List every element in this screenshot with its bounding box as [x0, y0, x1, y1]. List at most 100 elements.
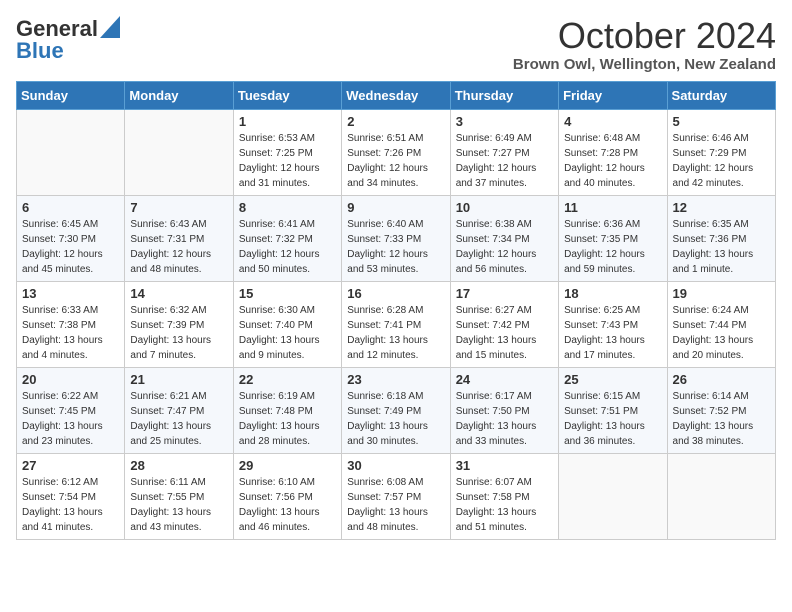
calendar-cell: 17Sunrise: 6:27 AMSunset: 7:42 PMDayligh… [450, 281, 558, 367]
day-number: 17 [456, 286, 553, 301]
calendar-cell [667, 453, 775, 539]
day-info: Sunrise: 6:12 AMSunset: 7:54 PMDaylight:… [22, 475, 119, 535]
calendar-cell [125, 109, 233, 195]
day-number: 25 [564, 372, 661, 387]
calendar-cell: 7 Sunrise: 6:43 AMSunset: 7:31 PMDaylight… [125, 195, 233, 281]
calendar-week-5: 27 Sunrise: 6:12 AMSunset: 7:54 PMDayligh… [17, 453, 776, 539]
calendar-cell: 13 Sunrise: 6:33 AMSunset: 7:38 PMDayligh… [17, 281, 125, 367]
day-info: Sunrise: 6:36 AMSunset: 7:35 PMDaylight:… [564, 217, 661, 277]
calendar-cell: 26Sunrise: 6:14 AMSunset: 7:52 PMDayligh… [667, 367, 775, 453]
calendar-cell: 21Sunrise: 6:21 AMSunset: 7:47 PMDayligh… [125, 367, 233, 453]
day-info: Sunrise: 6:21 AMSunset: 7:47 PMDaylight:… [130, 389, 227, 449]
calendar-cell: 8 Sunrise: 6:41 AMSunset: 7:32 PMDaylight… [233, 195, 341, 281]
logo-blue: Blue [16, 38, 64, 64]
day-info: Sunrise: 6:07 AMSunset: 7:58 PMDaylight:… [456, 475, 553, 535]
day-info: Sunrise: 6:32 AMSunset: 7:39 PMDaylight:… [130, 303, 227, 363]
calendar-cell: 30 Sunrise: 6:08 AMSunset: 7:57 PMDayligh… [342, 453, 450, 539]
day-number: 28 [130, 458, 227, 473]
calendar-week-4: 20 Sunrise: 6:22 AMSunset: 7:45 PMDayligh… [17, 367, 776, 453]
col-header-friday: Friday [559, 81, 667, 109]
day-number: 6 [22, 200, 119, 215]
day-number: 5 [673, 114, 770, 129]
calendar-cell: 12 Sunrise: 6:35 AMSunset: 7:36 PMDayligh… [667, 195, 775, 281]
calendar-cell: 28Sunrise: 6:11 AMSunset: 7:55 PMDayligh… [125, 453, 233, 539]
calendar-cell: 31 Sunrise: 6:07 AMSunset: 7:58 PMDayligh… [450, 453, 558, 539]
day-info: Sunrise: 6:19 AMSunset: 7:48 PMDaylight:… [239, 389, 336, 449]
calendar-cell: 19 Sunrise: 6:24 AMSunset: 7:44 PMDayligh… [667, 281, 775, 367]
day-number: 2 [347, 114, 444, 129]
calendar-cell [17, 109, 125, 195]
calendar-cell: 15Sunrise: 6:30 AMSunset: 7:40 PMDayligh… [233, 281, 341, 367]
calendar-cell: 24 Sunrise: 6:17 AMSunset: 7:50 PMDayligh… [450, 367, 558, 453]
calendar-cell: 23Sunrise: 6:18 AMSunset: 7:49 PMDayligh… [342, 367, 450, 453]
calendar-cell: 10 Sunrise: 6:38 AMSunset: 7:34 PMDayligh… [450, 195, 558, 281]
day-number: 27 [22, 458, 119, 473]
logo-icon [100, 16, 120, 38]
day-number: 7 [130, 200, 227, 215]
calendar-cell: 2 Sunrise: 6:51 AMSunset: 7:26 PMDaylight… [342, 109, 450, 195]
day-number: 20 [22, 372, 119, 387]
day-number: 19 [673, 286, 770, 301]
day-info: Sunrise: 6:41 AMSunset: 7:32 PMDaylight:… [239, 217, 336, 277]
day-info: Sunrise: 6:45 AMSunset: 7:30 PMDaylight:… [22, 217, 119, 277]
col-header-thursday: Thursday [450, 81, 558, 109]
location-subtitle: Brown Owl, Wellington, New Zealand [513, 56, 776, 73]
day-number: 24 [456, 372, 553, 387]
calendar-cell [559, 453, 667, 539]
col-header-tuesday: Tuesday [233, 81, 341, 109]
day-info: Sunrise: 6:35 AMSunset: 7:36 PMDaylight:… [673, 217, 770, 277]
day-number: 22 [239, 372, 336, 387]
day-info: Sunrise: 6:15 AMSunset: 7:51 PMDaylight:… [564, 389, 661, 449]
day-info: Sunrise: 6:53 AMSunset: 7:25 PMDaylight:… [239, 131, 336, 191]
day-number: 15 [239, 286, 336, 301]
page-header: General Blue October 2024 Brown Owl, Wel… [16, 16, 776, 73]
day-number: 30 [347, 458, 444, 473]
logo: General Blue [16, 16, 120, 64]
day-number: 4 [564, 114, 661, 129]
day-info: Sunrise: 6:43 AMSunset: 7:31 PMDaylight:… [130, 217, 227, 277]
day-info: Sunrise: 6:38 AMSunset: 7:34 PMDaylight:… [456, 217, 553, 277]
calendar-cell: 5 Sunrise: 6:46 AMSunset: 7:29 PMDaylight… [667, 109, 775, 195]
day-info: Sunrise: 6:46 AMSunset: 7:29 PMDaylight:… [673, 131, 770, 191]
calendar-cell: 25 Sunrise: 6:15 AMSunset: 7:51 PMDayligh… [559, 367, 667, 453]
day-number: 18 [564, 286, 661, 301]
day-info: Sunrise: 6:17 AMSunset: 7:50 PMDaylight:… [456, 389, 553, 449]
day-number: 12 [673, 200, 770, 215]
calendar-cell: 6 Sunrise: 6:45 AMSunset: 7:30 PMDaylight… [17, 195, 125, 281]
day-number: 11 [564, 200, 661, 215]
calendar-cell: 20 Sunrise: 6:22 AMSunset: 7:45 PMDayligh… [17, 367, 125, 453]
col-header-monday: Monday [125, 81, 233, 109]
day-number: 31 [456, 458, 553, 473]
calendar-cell: 18Sunrise: 6:25 AMSunset: 7:43 PMDayligh… [559, 281, 667, 367]
day-number: 10 [456, 200, 553, 215]
title-block: October 2024 Brown Owl, Wellington, New … [513, 16, 776, 73]
day-number: 8 [239, 200, 336, 215]
day-info: Sunrise: 6:22 AMSunset: 7:45 PMDaylight:… [22, 389, 119, 449]
calendar-week-1: 1 Sunrise: 6:53 AMSunset: 7:25 PMDaylight… [17, 109, 776, 195]
calendar-header-row: SundayMondayTuesdayWednesdayThursdayFrid… [17, 81, 776, 109]
day-info: Sunrise: 6:40 AMSunset: 7:33 PMDaylight:… [347, 217, 444, 277]
calendar-cell: 16 Sunrise: 6:28 AMSunset: 7:41 PMDayligh… [342, 281, 450, 367]
calendar-week-2: 6 Sunrise: 6:45 AMSunset: 7:30 PMDaylight… [17, 195, 776, 281]
day-info: Sunrise: 6:33 AMSunset: 7:38 PMDaylight:… [22, 303, 119, 363]
day-number: 26 [673, 372, 770, 387]
calendar-cell: 3 Sunrise: 6:49 AMSunset: 7:27 PMDaylight… [450, 109, 558, 195]
day-number: 3 [456, 114, 553, 129]
calendar-table: SundayMondayTuesdayWednesdayThursdayFrid… [16, 81, 776, 540]
day-info: Sunrise: 6:24 AMSunset: 7:44 PMDaylight:… [673, 303, 770, 363]
day-number: 23 [347, 372, 444, 387]
calendar-cell: 9Sunrise: 6:40 AMSunset: 7:33 PMDaylight… [342, 195, 450, 281]
day-info: Sunrise: 6:51 AMSunset: 7:26 PMDaylight:… [347, 131, 444, 191]
day-number: 1 [239, 114, 336, 129]
day-info: Sunrise: 6:49 AMSunset: 7:27 PMDaylight:… [456, 131, 553, 191]
day-number: 14 [130, 286, 227, 301]
day-number: 29 [239, 458, 336, 473]
day-number: 16 [347, 286, 444, 301]
day-number: 13 [22, 286, 119, 301]
calendar-cell: 1 Sunrise: 6:53 AMSunset: 7:25 PMDaylight… [233, 109, 341, 195]
col-header-sunday: Sunday [17, 81, 125, 109]
day-info: Sunrise: 6:08 AMSunset: 7:57 PMDaylight:… [347, 475, 444, 535]
calendar-week-3: 13 Sunrise: 6:33 AMSunset: 7:38 PMDayligh… [17, 281, 776, 367]
day-info: Sunrise: 6:28 AMSunset: 7:41 PMDaylight:… [347, 303, 444, 363]
col-header-wednesday: Wednesday [342, 81, 450, 109]
